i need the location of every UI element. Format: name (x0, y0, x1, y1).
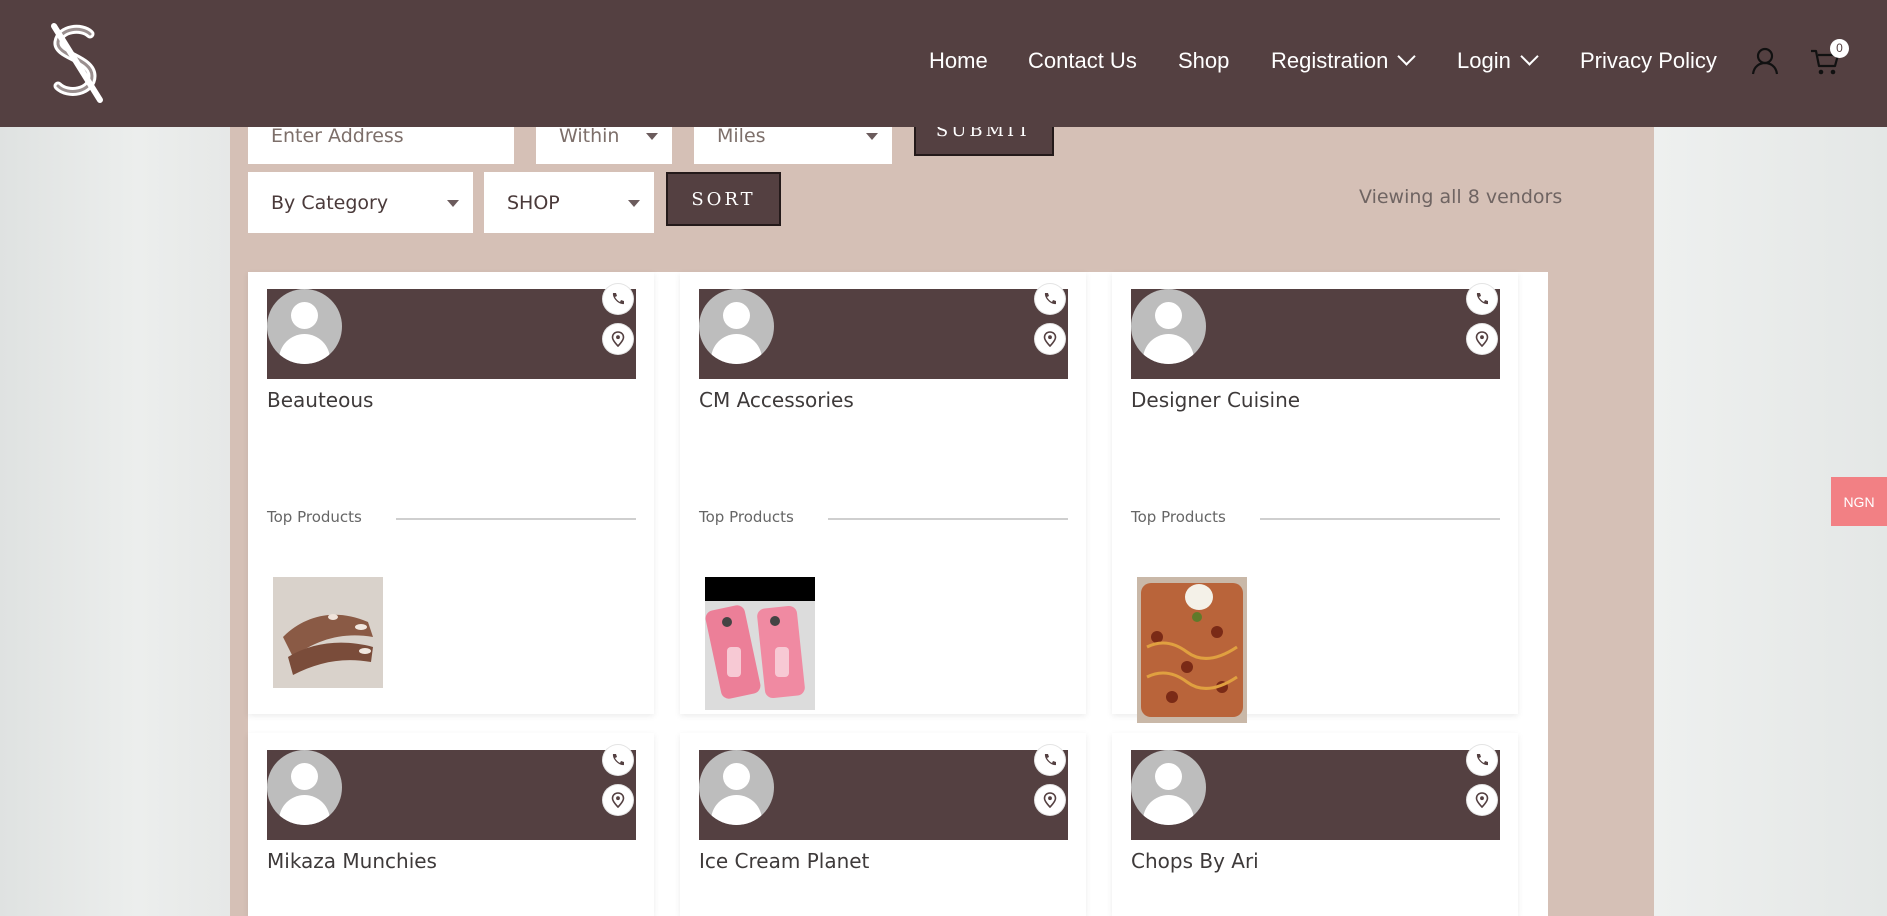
nav-login[interactable]: Login (1457, 47, 1539, 74)
nav-shop[interactable]: Shop (1178, 48, 1229, 74)
top-products-label: Top Products (1131, 508, 1226, 526)
vendor-name[interactable]: Beauteous (267, 388, 373, 412)
category-select-value: By Category (271, 191, 389, 214)
vendor-name[interactable]: Ice Cream Planet (699, 849, 869, 873)
nav-home[interactable]: Home (929, 48, 988, 74)
page-background-left (0, 0, 230, 916)
vendor-card: Mikaza Munchies (248, 733, 654, 916)
vendor-card: Beauteous Top Products (248, 272, 654, 714)
vendor-avatar (1131, 289, 1206, 364)
sort-button[interactable]: SORT (666, 172, 781, 226)
location-pin-icon[interactable] (603, 324, 633, 354)
vendor-card: Designer Cuisine Top Products (1112, 272, 1518, 723)
select-caret-icon (646, 133, 658, 140)
vendor-avatar (699, 289, 774, 364)
nav-registration-label: Registration (1271, 48, 1389, 73)
divider (396, 518, 636, 520)
location-pin-icon[interactable] (1467, 785, 1497, 815)
vendor-count-text: Viewing all 8 vendors (1359, 186, 1563, 208)
vendor-name[interactable]: Mikaza Munchies (267, 849, 437, 873)
phone-icon[interactable] (1467, 745, 1497, 775)
miles-select-value: Miles (717, 125, 766, 147)
select-caret-icon (628, 199, 640, 207)
divider (828, 518, 1068, 520)
product-thumbnail[interactable] (273, 577, 383, 688)
nav-privacy-policy[interactable]: Privacy Policy (1580, 48, 1717, 74)
select-caret-icon (447, 199, 459, 207)
phone-icon[interactable] (1035, 745, 1065, 775)
vendor-avatar (699, 750, 774, 825)
logo-icon[interactable] (46, 20, 106, 106)
product-thumbnail[interactable] (1137, 577, 1247, 723)
top-products-label: Top Products (267, 508, 362, 526)
currency-switcher[interactable]: NGN (1831, 477, 1887, 526)
vendor-card: Chops By Ari (1112, 733, 1518, 916)
location-pin-icon[interactable] (1035, 324, 1065, 354)
phone-icon[interactable] (1035, 284, 1065, 314)
vendor-avatar (267, 289, 342, 364)
vendor-card: Ice Cream Planet (680, 733, 1086, 916)
product-thumbnail[interactable] (705, 577, 815, 710)
chevron-down-icon (1397, 47, 1417, 66)
chevron-down-icon (1520, 47, 1539, 66)
nav-registration[interactable]: Registration (1271, 47, 1417, 74)
vendor-avatar (1131, 750, 1206, 825)
nav-contact-us[interactable]: Contact Us (1028, 48, 1137, 74)
location-pin-icon[interactable] (1467, 324, 1497, 354)
user-icon[interactable] (1751, 47, 1779, 79)
select-caret-icon (866, 133, 878, 140)
vendor-avatar (267, 750, 342, 825)
top-products-label: Top Products (699, 508, 794, 526)
cart-count-badge: 0 (1830, 39, 1849, 58)
address-placeholder: Enter Address (271, 125, 404, 147)
shop-select-value: SHOP (507, 191, 560, 214)
vendor-name[interactable]: CM Accessories (699, 388, 854, 412)
phone-icon[interactable] (1467, 284, 1497, 314)
phone-icon[interactable] (603, 745, 633, 775)
sort-button-label: SORT (691, 188, 756, 210)
vendor-name[interactable]: Designer Cuisine (1131, 388, 1300, 412)
shop-select[interactable]: SHOP (484, 172, 654, 233)
vendor-name[interactable]: Chops By Ari (1131, 849, 1259, 873)
page-background-right (1654, 0, 1887, 916)
vendor-card: CM Accessories Top Products (680, 272, 1086, 714)
divider (1260, 518, 1500, 520)
site-header: Home Contact Us Shop Registration Login … (0, 0, 1887, 127)
location-pin-icon[interactable] (1035, 785, 1065, 815)
phone-icon[interactable] (603, 284, 633, 314)
category-select[interactable]: By Category (248, 172, 473, 233)
location-pin-icon[interactable] (603, 785, 633, 815)
nav-login-label: Login (1457, 48, 1511, 73)
within-select-value: Within (559, 125, 620, 147)
